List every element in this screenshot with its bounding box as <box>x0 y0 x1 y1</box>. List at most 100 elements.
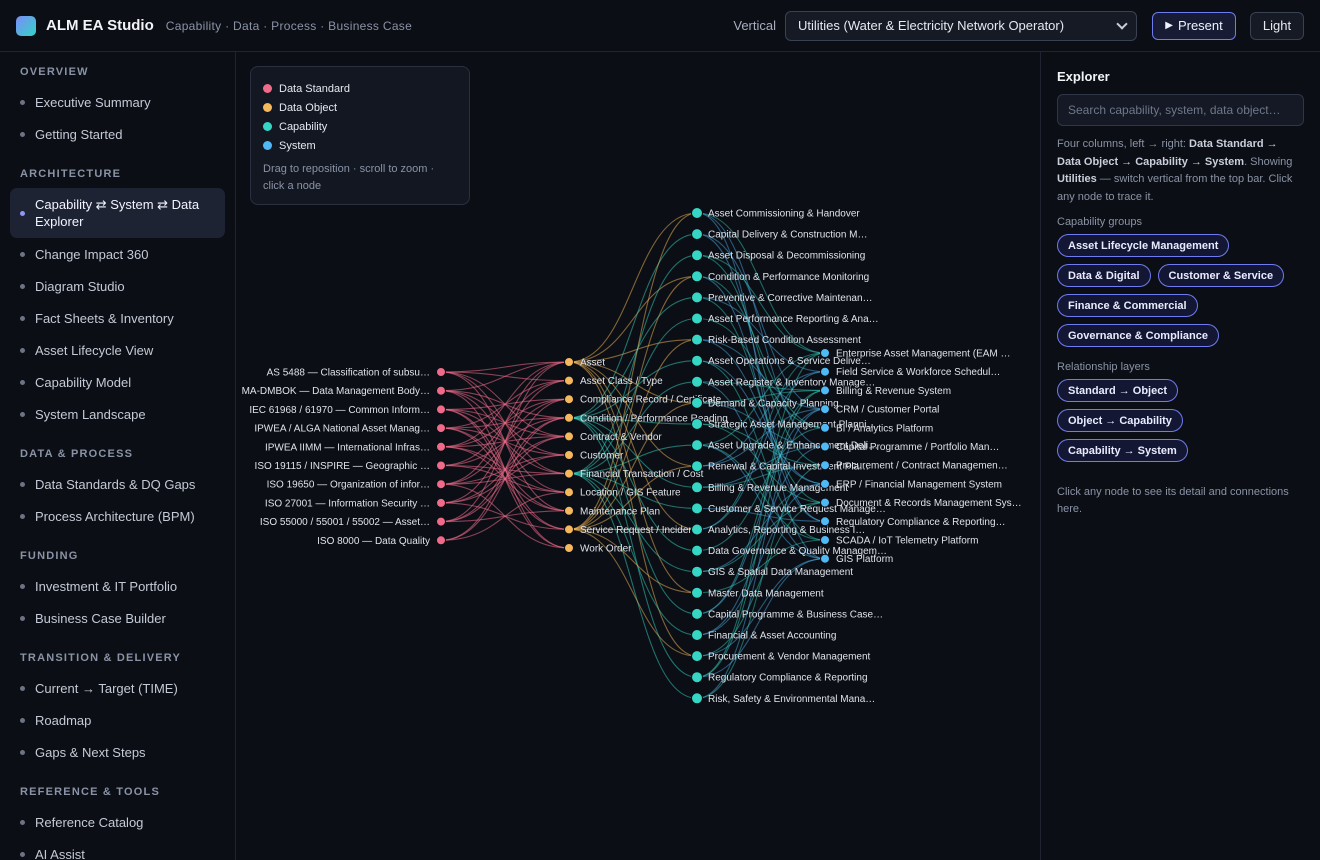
capability-node[interactable]: Risk, Safety & Environmental Mana… <box>691 692 876 705</box>
data-object-node-dot[interactable] <box>564 375 574 386</box>
data-standard-node-dot[interactable] <box>436 497 446 508</box>
data-standard-node-dot[interactable] <box>436 367 446 377</box>
data-object-node[interactable]: Location / GIS Feature <box>564 487 682 499</box>
data-standard-node[interactable]: MA-DMBOK — Data Management Body… <box>242 385 446 397</box>
group-chip-asset-lifecycle-management[interactable]: Asset Lifecycle Management <box>1057 234 1230 257</box>
system-node[interactable]: ERP / Financial Management System <box>820 478 1003 490</box>
data-object-node-dot[interactable] <box>564 487 574 498</box>
sidebar-item-roadmap[interactable]: Roadmap <box>10 704 225 736</box>
data-standard-node-dot[interactable] <box>436 535 446 546</box>
data-object-node-dot[interactable] <box>564 450 574 460</box>
data-object-node-dot[interactable] <box>564 357 574 367</box>
system-node-dot[interactable] <box>820 553 830 564</box>
group-chip-data-digital[interactable]: Data & Digital <box>1057 264 1151 287</box>
data-standard-node-dot[interactable] <box>436 441 446 452</box>
data-standard-node-dot[interactable] <box>436 460 446 471</box>
system-node-dot[interactable] <box>820 404 830 415</box>
sidebar-item-data-standards-dq-gaps[interactable]: Data Standards & DQ Gaps <box>10 468 225 500</box>
data-standard-node[interactable]: ISO 27001 — Information Security … <box>265 497 446 509</box>
capability-node-dot[interactable] <box>691 460 703 473</box>
capability-node-dot[interactable] <box>691 270 703 283</box>
data-object-node-dot[interactable] <box>564 431 574 442</box>
system-node-dot[interactable] <box>820 460 830 471</box>
sidebar-item-investment-it-portfolio[interactable]: Investment & IT Portfolio <box>10 570 225 602</box>
data-object-node-dot[interactable] <box>564 524 574 535</box>
capability-node[interactable]: Regulatory Compliance & Reporting <box>691 671 868 684</box>
data-object-node[interactable]: Condition / Performance Reading <box>564 412 728 424</box>
data-object-node[interactable]: Work Order <box>564 543 633 555</box>
data-standard-node[interactable]: IPWEA IIMM — International Infras… <box>265 441 446 453</box>
capability-node-dot[interactable] <box>691 418 703 430</box>
capability-node[interactable]: Preventive & Corrective Maintenan… <box>691 291 873 304</box>
data-standard-node-dot[interactable] <box>436 385 446 396</box>
group-chip-finance-commercial[interactable]: Finance & Commercial <box>1057 294 1198 317</box>
vertical-select[interactable]: Utilities (Water & Electricity Network O… <box>785 10 1137 41</box>
capability-node-dot[interactable] <box>691 607 703 620</box>
group-chip-customer-service[interactable]: Customer & Service <box>1157 264 1285 287</box>
data-standard-node[interactable]: ISO 19650 — Organization of infor… <box>267 479 446 491</box>
sidebar-item-diagram-studio[interactable]: Diagram Studio <box>10 270 225 302</box>
capability-node-dot[interactable] <box>691 565 703 578</box>
capability-node-dot[interactable] <box>691 692 703 705</box>
sidebar-item-executive-summary[interactable]: Executive Summary <box>10 86 225 118</box>
data-object-node-dot[interactable] <box>564 468 574 479</box>
capability-node-dot[interactable] <box>691 671 703 684</box>
system-node[interactable]: Procurement / Contract Managemen… <box>820 460 1008 472</box>
capability-node-dot[interactable] <box>691 396 703 409</box>
system-node-dot[interactable] <box>820 497 830 508</box>
capability-node[interactable]: GIS & Spatial Data Management <box>691 565 854 578</box>
data-standard-node-dot[interactable] <box>436 404 446 415</box>
system-node-dot[interactable] <box>820 516 830 527</box>
system-node-dot[interactable] <box>820 422 830 433</box>
data-object-node[interactable]: Contract & Vendor <box>564 431 663 443</box>
system-node[interactable]: CRM / Customer Portal <box>820 404 940 416</box>
capability-node[interactable]: Capital Programme & Business Case… <box>691 607 884 620</box>
capability-node-dot[interactable] <box>691 333 703 346</box>
sidebar-item-reference-catalog[interactable]: Reference Catalog <box>10 806 225 838</box>
data-standard-node[interactable]: AS 5488 — Classification of subsu… <box>267 367 446 379</box>
system-node-dot[interactable] <box>820 535 830 545</box>
data-object-node-dot[interactable] <box>564 412 574 423</box>
sidebar-item-ai-assist[interactable]: AI Assist <box>10 838 225 860</box>
capability-node[interactable]: Master Data Management <box>691 586 824 599</box>
system-node[interactable]: Capital Programme / Portfolio Man… <box>820 441 1000 453</box>
sidebar-item-asset-lifecycle-view[interactable]: Asset Lifecycle View <box>10 334 225 366</box>
data-object-node[interactable]: Maintenance Plan <box>564 505 661 517</box>
system-node[interactable]: Billing & Revenue System <box>820 385 952 397</box>
data-standard-node[interactable]: IEC 61968 / 61970 — Common Inform… <box>249 404 446 416</box>
data-object-node[interactable]: Asset <box>564 357 606 369</box>
capability-node-dot[interactable] <box>691 291 703 304</box>
system-node-dot[interactable] <box>820 478 830 489</box>
data-standard-node-dot[interactable] <box>436 423 446 434</box>
system-node[interactable]: Document & Records Management Sys… <box>820 497 1022 509</box>
capability-node-dot[interactable] <box>691 523 703 536</box>
system-node[interactable]: Regulatory Compliance & Reporting… <box>820 516 1006 528</box>
capability-node-dot[interactable] <box>691 375 703 388</box>
capability-node[interactable]: Demand & Capacity Planning <box>691 396 839 409</box>
system-node[interactable]: Field Service & Workforce Schedul… <box>820 366 1001 378</box>
capability-node-dot[interactable] <box>691 629 703 641</box>
capability-node-dot[interactable] <box>691 207 703 219</box>
system-node[interactable]: BI / Analytics Platform <box>820 422 934 434</box>
capability-node-dot[interactable] <box>691 502 703 515</box>
sidebar-item-capability-system-data-explorer[interactable]: Capability ⇄ System ⇄ Data Explorer <box>10 188 225 238</box>
capability-node-dot[interactable] <box>691 544 703 557</box>
capability-node[interactable]: Asset Commissioning & Handover <box>691 207 861 220</box>
capability-node-dot[interactable] <box>691 586 703 599</box>
system-node[interactable]: SCADA / IoT Telemetry Platform <box>820 535 979 547</box>
search-input[interactable]: Search capability, system, data object… <box>1057 94 1304 126</box>
data-object-node-dot[interactable] <box>564 543 574 553</box>
data-standard-node[interactable]: ISO 19115 / INSPIRE — Geographic … <box>255 460 446 472</box>
sidebar-item-process-architecture-bpm[interactable]: Process Architecture (BPM) <box>10 500 225 532</box>
capability-node-dot[interactable] <box>691 312 703 325</box>
data-standard-node[interactable]: ISO 8000 — Data Quality <box>317 535 446 547</box>
layer-chip-standard-object[interactable]: Standard → Object <box>1057 379 1179 402</box>
capability-node-dot[interactable] <box>691 650 703 663</box>
capability-node[interactable]: Financial & Asset Accounting <box>691 629 837 642</box>
data-object-node-dot[interactable] <box>564 394 574 405</box>
sidebar-item-fact-sheets-inventory[interactable]: Fact Sheets & Inventory <box>10 302 225 334</box>
sidebar-item-current-target-time[interactable]: Current → Target (TIME) <box>10 672 225 704</box>
data-object-node[interactable]: Financial Transaction / Cost <box>564 468 704 480</box>
data-object-node[interactable]: Asset Class / Type <box>564 375 664 387</box>
layer-chip-capability-system[interactable]: Capability → System <box>1057 439 1188 462</box>
